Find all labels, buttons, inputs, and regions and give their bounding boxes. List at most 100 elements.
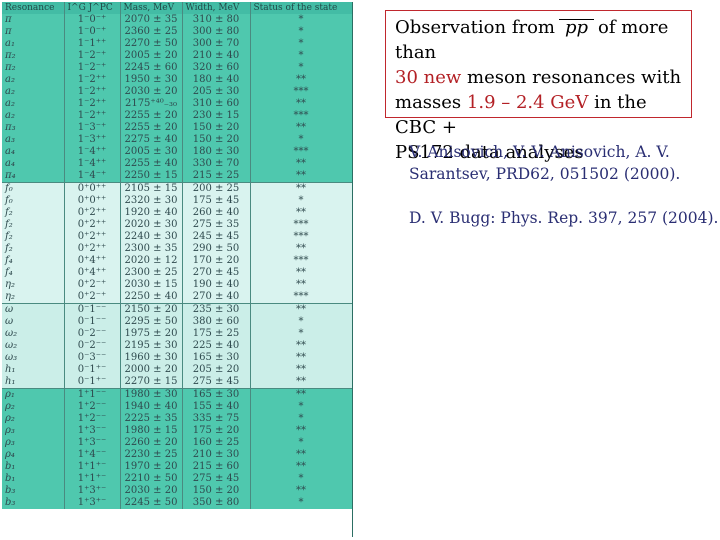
cell-mass: 2270 ± 15	[120, 376, 183, 389]
cell-mass: 1950 ± 30	[120, 74, 183, 86]
cell-width: 205 ± 30	[182, 86, 251, 98]
cell-status: ***	[250, 146, 352, 158]
cell-mass: 2300 ± 35	[120, 243, 183, 255]
cell-status: ***	[250, 219, 352, 231]
table-row: ρ₁ 1⁺1⁻⁻ 1980 ± 30 165 ± 30 **	[2, 388, 352, 401]
cell-quantum-numbers: 0⁺2⁺⁺	[64, 207, 121, 219]
cell-mass: 2250 ± 15	[120, 170, 183, 183]
cell-resonance: b₃	[2, 497, 65, 509]
table-row: η₂ 0⁺2⁻⁺ 2250 ± 40 270 ± 40 ***	[2, 291, 352, 304]
cell-resonance: a₂	[2, 98, 65, 110]
cell-resonance: a₂	[2, 74, 65, 86]
cell-mass: 2005 ± 20	[120, 50, 183, 62]
cell-resonance: ω	[2, 316, 65, 328]
cell-status: **	[250, 388, 352, 401]
cell-quantum-numbers: 0⁻2⁻⁻	[64, 340, 121, 352]
cell-resonance: f₂	[2, 207, 65, 219]
cell-mass: 2275 ± 40	[120, 134, 183, 146]
table-row: b₁ 1⁺1⁺⁻ 2210 ± 50 275 ± 45 *	[2, 473, 352, 485]
table-row: a₂ 1⁻2⁺⁺ 2030 ± 20 205 ± 30 ***	[2, 86, 352, 98]
cell-width: 200 ± 25	[182, 182, 251, 195]
cell-mass: 2255 ± 40	[120, 158, 183, 170]
cell-quantum-numbers: 1⁻2⁺⁺	[64, 86, 121, 98]
table-row: f₂ 0⁺2⁺⁺ 1920 ± 40 260 ± 40 **	[2, 207, 352, 219]
table-row: f₂ 0⁺2⁺⁺ 2020 ± 30 275 ± 35 ***	[2, 219, 352, 231]
cell-quantum-numbers: 1⁺2⁻⁻	[64, 413, 121, 425]
cell-resonance: η₂	[2, 279, 65, 291]
cell-resonance: ρ₁	[2, 388, 65, 401]
cell-width: 205 ± 20	[182, 364, 251, 376]
table-row: η₂ 0⁺2⁻⁺ 2030 ± 15 190 ± 40 **	[2, 279, 352, 291]
cell-resonance: ρ₂	[2, 401, 65, 413]
cell-status: **	[250, 98, 352, 110]
cell-mass: 1970 ± 20	[120, 461, 183, 473]
cell-mass: 2300 ± 25	[120, 267, 183, 279]
new-count-highlight: 30 new	[395, 67, 462, 88]
cell-mass: 2000 ± 20	[120, 364, 183, 376]
cell-status: ***	[250, 86, 352, 98]
cell-quantum-numbers: 1⁺1⁺⁻	[64, 461, 121, 473]
cell-width: 320 ± 60	[182, 62, 251, 74]
header-resonance: Resonance	[2, 2, 65, 14]
cell-resonance: ω₂	[2, 340, 65, 352]
cell-width: 165 ± 30	[182, 388, 251, 401]
cell-status: **	[250, 182, 352, 195]
observation-box: Observation from pp of more than 30 new me…	[385, 10, 692, 163]
mass-range-highlight: 1.9 – 2.4 GeV	[466, 92, 589, 113]
cell-mass: 2245 ± 60	[120, 62, 183, 74]
cell-resonance: h₁	[2, 376, 65, 389]
cell-mass: 2225 ± 35	[120, 413, 183, 425]
table-row: a₂ 1⁻2⁺⁺ 1950 ± 30 180 ± 40 **	[2, 74, 352, 86]
cell-width: 215 ± 25	[182, 170, 251, 183]
cell-status: *	[250, 316, 352, 328]
observation-line-3-a: masses	[395, 92, 467, 113]
cell-mass: 2260 ± 20	[120, 437, 183, 449]
cell-width: 150 ± 20	[182, 134, 251, 146]
cell-status: *	[250, 62, 352, 74]
cell-mass: 2150 ± 20	[120, 303, 183, 316]
cell-quantum-numbers: 1⁻4⁺⁺	[64, 146, 121, 158]
cell-resonance: b₁	[2, 461, 65, 473]
cell-quantum-numbers: 0⁻1⁻⁻	[64, 303, 121, 316]
cell-resonance: a₃	[2, 134, 65, 146]
cell-quantum-numbers: 0⁺2⁺⁺	[64, 243, 121, 255]
cell-status: *	[250, 413, 352, 425]
cell-resonance: b₃	[2, 485, 65, 497]
table-row: f₂ 0⁺2⁺⁺ 2300 ± 35 290 ± 50 **	[2, 243, 352, 255]
cell-status: **	[250, 449, 352, 461]
reference-anisovich-line-1: V. Anisovich, V. V. Anisovich, A. V.	[409, 143, 670, 161]
cell-status: **	[250, 364, 352, 376]
table-row: ρ₄ 1⁺4⁻⁻ 2230 ± 25 210 ± 30 **	[2, 449, 352, 461]
cell-quantum-numbers: 1⁻4⁺⁺	[64, 158, 121, 170]
cell-width: 270 ± 40	[182, 291, 251, 304]
cell-status: ***	[250, 255, 352, 267]
cell-status: ***	[250, 291, 352, 304]
cell-width: 155 ± 40	[182, 401, 251, 413]
header-status: Status of the state	[250, 2, 352, 14]
cell-mass: 2005 ± 30	[120, 146, 183, 158]
cell-width: 260 ± 40	[182, 207, 251, 219]
cell-resonance: f₂	[2, 231, 65, 243]
cell-status: *	[250, 473, 352, 485]
cell-width: 180 ± 40	[182, 74, 251, 86]
cell-mass: 1975 ± 20	[120, 328, 183, 340]
cell-quantum-numbers: 1⁺4⁻⁻	[64, 449, 121, 461]
cell-resonance: ρ₄	[2, 449, 65, 461]
table-row: ρ₃ 1⁺3⁻⁻ 1980 ± 15 175 ± 20 **	[2, 425, 352, 437]
table-row: f₄ 0⁺4⁺⁺ 2020 ± 12 170 ± 20 ***	[2, 255, 352, 267]
cell-quantum-numbers: 0⁻3⁻⁻	[64, 352, 121, 364]
cell-status: **	[250, 243, 352, 255]
cell-width: 160 ± 25	[182, 437, 251, 449]
table-row: a₂ 1⁻2⁺⁺ 2255 ± 20 230 ± 15 ***	[2, 110, 352, 122]
table-row: a₃ 1⁻3⁺⁺ 2275 ± 40 150 ± 20 *	[2, 134, 352, 146]
cell-quantum-numbers: 1⁻0⁻⁺	[64, 14, 121, 26]
cell-resonance: a₄	[2, 146, 65, 158]
cell-mass: 2210 ± 50	[120, 473, 183, 485]
cell-resonance: b₁	[2, 473, 65, 485]
cell-status: **	[250, 303, 352, 316]
cell-mass: 2360 ± 25	[120, 26, 183, 38]
cell-status: *	[250, 38, 352, 50]
table-row: ρ₃ 1⁺3⁻⁻ 2260 ± 20 160 ± 25 *	[2, 437, 352, 449]
cell-mass: 1960 ± 30	[120, 352, 183, 364]
cell-width: 245 ± 45	[182, 231, 251, 243]
